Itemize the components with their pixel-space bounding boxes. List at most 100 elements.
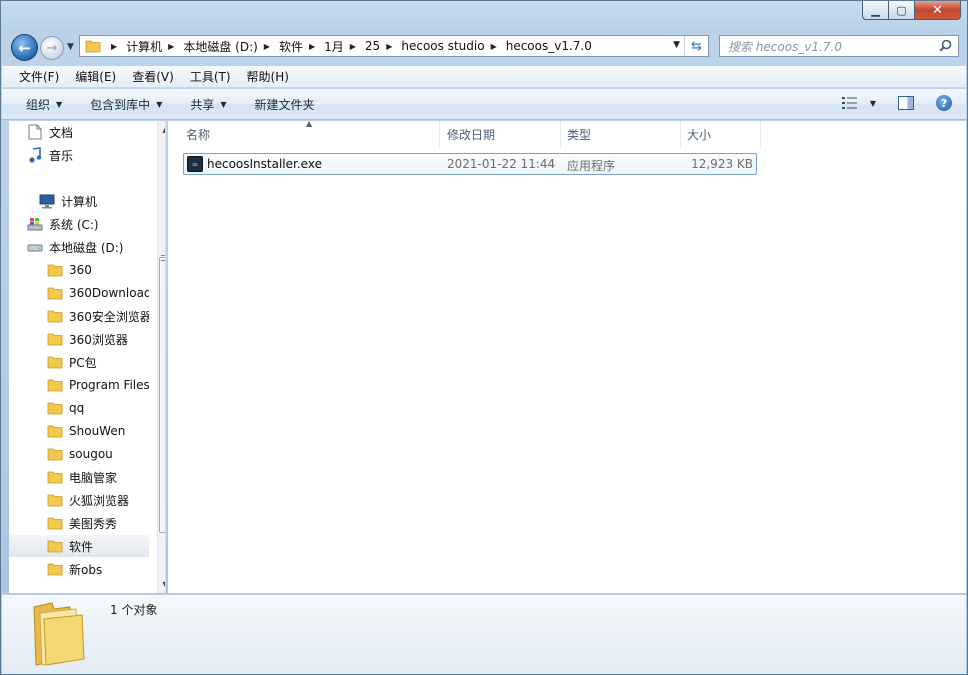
scroll-thumb[interactable]: [159, 257, 165, 533]
folder-icon: [47, 469, 63, 485]
file-name: hecoosInstaller.exe: [207, 157, 322, 171]
nav-item-label: 新obs: [69, 562, 103, 577]
nav-item[interactable]: 新obs: [9, 558, 149, 580]
folder-icon: [47, 515, 63, 531]
file-size: 12,923 KB: [691, 157, 753, 171]
chevron-down-icon: ▼: [56, 99, 63, 109]
breadcrumb-item[interactable]: 1月 ▶: [324, 38, 365, 55]
nav-item[interactable]: 360浏览器: [9, 328, 149, 350]
nav-item[interactable]: 美图秀秀: [9, 512, 149, 534]
scroll-down-icon[interactable]: ▼: [158, 576, 165, 593]
nav-item-label: ShouWen: [69, 424, 126, 438]
forward-button[interactable]: →: [40, 36, 64, 60]
address-dropdown-icon[interactable]: ▼: [673, 40, 680, 50]
document-icon: [27, 124, 43, 140]
file-date: 2021-01-22 11:44: [447, 157, 556, 171]
breadcrumb-item[interactable]: 计算机 ▶: [126, 38, 183, 55]
breadcrumb-item[interactable]: 25 ▶: [365, 39, 401, 53]
organize-button[interactable]: 组织 ▼: [26, 96, 62, 113]
minimize-icon: ▁: [871, 3, 880, 17]
share-button[interactable]: 共享 ▼: [190, 96, 226, 113]
item-count: 1 个对象: [110, 603, 158, 617]
menu-help[interactable]: 帮助(H): [247, 68, 289, 85]
file-list: ▲ 名称 修改日期 类型 大小 ∞ hecoosInstaller.exe 20…: [168, 119, 966, 593]
file-row[interactable]: ∞ hecoosInstaller.exe 2021-01-22 11:44 应…: [183, 153, 757, 175]
folder-icon: [47, 538, 63, 554]
include-in-library-button[interactable]: 包含到库中 ▼: [90, 96, 162, 113]
nav-item-label: PC包: [69, 355, 97, 370]
folder-icon: [85, 40, 101, 53]
close-icon: ✕: [932, 2, 943, 18]
column-header-date[interactable]: 修改日期: [441, 121, 561, 147]
nav-item[interactable]: 文档: [9, 121, 149, 143]
nav-item[interactable]: 火狐浏览器: [9, 489, 149, 511]
breadcrumb-current[interactable]: hecoos_v1.7.0: [506, 39, 592, 53]
nav-item[interactable]: sougou: [9, 443, 149, 465]
nav-item-label: 计算机: [61, 194, 98, 209]
nav-item[interactable]: 电脑管家: [9, 466, 149, 488]
menu-file[interactable]: 文件(F): [19, 68, 59, 85]
scroll-up-icon[interactable]: ▲: [158, 121, 165, 138]
preview-pane-icon[interactable]: [898, 96, 914, 110]
nav-item-label: 360Downloads: [69, 286, 149, 300]
nav-item[interactable]: 计算机: [9, 190, 149, 212]
nav-item-label: 音乐: [49, 148, 74, 163]
system-drive-icon: [27, 216, 43, 232]
column-header-type[interactable]: 类型: [561, 121, 681, 147]
nav-item[interactable]: Program Files: [9, 374, 149, 396]
address-bar[interactable]: ▶ 计算机 ▶ 本地磁盘 (D:) ▶ 软件 ▶ 1月 ▶ 25 ▶ hecoos stu…: [79, 35, 709, 57]
nav-item-label: 360: [69, 263, 92, 277]
details-pane: 1 个对象: [2, 594, 966, 674]
maximize-icon: ▢: [896, 3, 907, 17]
nav-scrollbar[interactable]: ▲ ▼: [157, 121, 165, 593]
new-folder-button[interactable]: 新建文件夹: [255, 96, 315, 113]
view-options-icon[interactable]: [841, 96, 858, 110]
view-dropdown-icon[interactable]: ▼: [870, 99, 876, 108]
close-button[interactable]: ✕: [915, 1, 961, 20]
refresh-icon: ⇆: [691, 38, 702, 54]
nav-item[interactable]: 软件: [9, 535, 149, 557]
music-icon: [27, 147, 43, 163]
nav-item[interactable]: PC包: [9, 351, 149, 373]
folder-icon: [47, 285, 63, 301]
column-header-size[interactable]: 大小: [681, 121, 761, 147]
menu-edit[interactable]: 编辑(E): [75, 68, 116, 85]
nav-item-label: qq: [69, 401, 85, 415]
back-button[interactable]: ←: [11, 34, 38, 61]
back-arrow-icon: ←: [18, 38, 31, 57]
nav-item[interactable]: 本地磁盘 (D:): [9, 236, 149, 258]
nav-item[interactable]: ShouWen: [9, 420, 149, 442]
nav-item[interactable]: 360安全浏览器: [9, 305, 149, 327]
drive-icon: [27, 239, 43, 255]
nav-item-label: 系统 (C:): [49, 217, 99, 232]
nav-item[interactable]: qq: [9, 397, 149, 419]
recent-pages-dropdown[interactable]: ▼: [67, 42, 74, 52]
menu-view[interactable]: 查看(V): [132, 68, 174, 85]
search-icon: [939, 39, 952, 52]
breadcrumb-item[interactable]: 软件 ▶: [279, 38, 324, 55]
refresh-button[interactable]: ⇆: [684, 36, 708, 56]
nav-item[interactable]: 360: [9, 259, 149, 281]
help-icon[interactable]: ?: [936, 95, 952, 111]
breadcrumb-item[interactable]: hecoos studio ▶: [401, 39, 505, 53]
folder-icon: [47, 423, 63, 439]
folder-icon: [47, 331, 63, 347]
column-header-name[interactable]: 名称: [180, 121, 440, 147]
folder-icon: [33, 602, 85, 666]
nav-item-label: 电脑管家: [69, 470, 118, 485]
nav-item-label: 360浏览器: [69, 332, 128, 347]
folder-icon: [47, 354, 63, 370]
folder-icon: [47, 446, 63, 462]
minimize-button[interactable]: ▁: [862, 1, 889, 20]
nav-item[interactable]: 360Downloads: [9, 282, 149, 304]
search-input[interactable]: 搜索 hecoos_v1.7.0: [719, 35, 959, 57]
maximize-button[interactable]: ▢: [889, 1, 915, 20]
caption-buttons: ▁ ▢ ✕: [862, 1, 961, 20]
breadcrumb-item[interactable]: 本地磁盘 (D:) ▶: [183, 38, 279, 55]
nav-item-label: sougou: [69, 447, 113, 461]
nav-item[interactable]: 音乐: [9, 144, 149, 166]
breadcrumb-root-arrow[interactable]: ▶: [105, 42, 126, 51]
menu-tools[interactable]: 工具(T): [190, 68, 231, 85]
menu-bar: 文件(F) 编辑(E) 查看(V) 工具(T) 帮助(H): [2, 66, 966, 88]
nav-item[interactable]: 系统 (C:): [9, 213, 149, 235]
